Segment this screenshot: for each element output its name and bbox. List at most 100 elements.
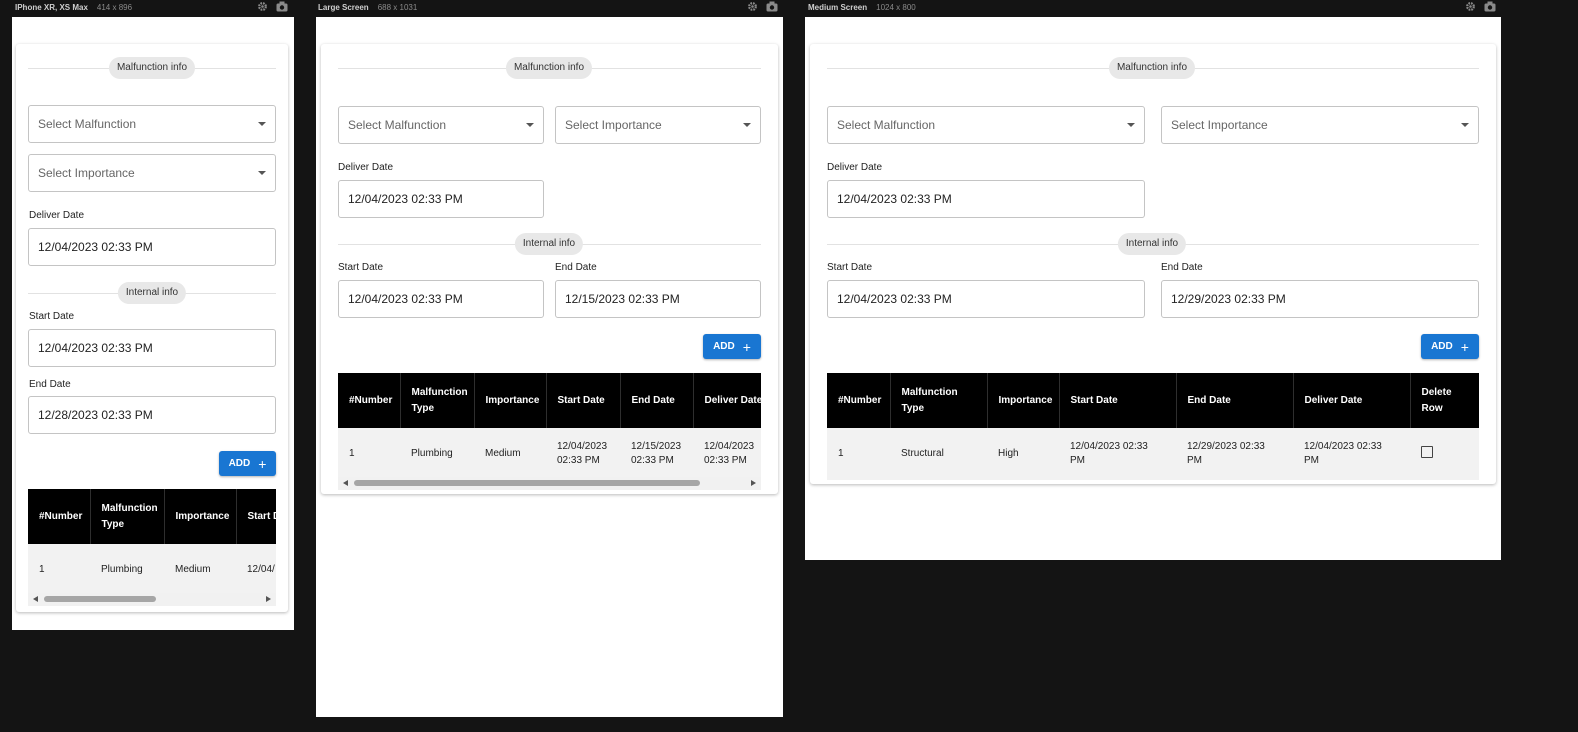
- column-header[interactable]: Importance: [164, 489, 237, 544]
- horizontal-scrollbar[interactable]: [338, 477, 761, 490]
- start-date-input[interactable]: 12/04/2023 02:33 PM: [338, 280, 544, 318]
- frame-name: Large Screen: [318, 2, 369, 12]
- gear-icon[interactable]: [747, 1, 758, 12]
- delete-row-checkbox[interactable]: [1421, 445, 1433, 458]
- table-cell: Medium: [164, 544, 236, 596]
- column-header[interactable]: Malfunction Type: [90, 489, 165, 544]
- malfunction-select[interactable]: Select Malfunction: [827, 106, 1145, 144]
- end-date-label: End Date: [1161, 262, 1203, 273]
- deliver-date-label: Deliver Date: [29, 210, 85, 221]
- column-header[interactable]: Delete Row: [1410, 373, 1479, 428]
- column-header[interactable]: Malfunction Type: [890, 373, 988, 428]
- table-cell: Plumbing: [400, 428, 474, 480]
- add-button[interactable]: ADD +: [703, 334, 761, 359]
- section-chip-internal: Internal info: [117, 282, 187, 304]
- table-row[interactable]: 1 Plumbing Medium 12/04/ 02:33 F: [28, 544, 276, 596]
- select-placeholder: Select Importance: [38, 166, 135, 180]
- horizontal-scrollbar[interactable]: [28, 593, 276, 606]
- select-placeholder: Select Malfunction: [837, 118, 936, 132]
- plus-icon: +: [1460, 338, 1469, 355]
- column-header[interactable]: Deliver Date: [693, 373, 761, 428]
- scroll-left-icon[interactable]: [343, 480, 348, 486]
- table-cell: 1: [28, 544, 90, 596]
- scroll-left-icon[interactable]: [33, 596, 38, 602]
- frame-size: 1024 x 800: [876, 2, 916, 12]
- table-cell: Structural: [890, 428, 987, 480]
- malfunction-table: #Number Malfunction Type Importance Star…: [28, 489, 276, 596]
- malfunction-select[interactable]: Select Malfunction: [28, 105, 276, 143]
- frame-size: 414 x 896: [96, 2, 133, 12]
- column-header[interactable]: #Number: [827, 373, 891, 428]
- camera-icon[interactable]: [276, 1, 288, 12]
- column-header[interactable]: Importance: [474, 373, 547, 428]
- table-container: #Number Malfunction Type Importance Star…: [827, 373, 1479, 480]
- deliver-date-input[interactable]: 12/04/2023 02:33 PM: [338, 180, 544, 218]
- section-chip-internal: Internal info: [514, 233, 584, 255]
- add-label: ADD: [713, 341, 735, 352]
- column-header[interactable]: End Date: [620, 373, 694, 428]
- chevron-down-icon: [743, 123, 751, 127]
- deliver-date-input[interactable]: 12/04/2023 02:33 PM: [827, 180, 1145, 218]
- importance-select[interactable]: Select Importance: [555, 106, 761, 144]
- column-header[interactable]: Start D: [236, 489, 276, 544]
- deliver-date-input[interactable]: 12/04/2023 02:33 PM: [28, 228, 276, 266]
- table-container: #Number Malfunction Type Importance Star…: [338, 373, 761, 480]
- malfunction-select[interactable]: Select Malfunction: [338, 106, 544, 144]
- add-label: ADD: [1431, 341, 1453, 352]
- section-chip-internal: Internal info: [1117, 233, 1187, 255]
- column-header[interactable]: Start Date: [1059, 373, 1177, 428]
- table-cell: 12/04/2023 02:33 PM: [1059, 428, 1176, 480]
- chevron-down-icon: [258, 122, 266, 126]
- frame-toolbar-medium: [1465, 0, 1496, 13]
- camera-icon[interactable]: [766, 1, 778, 12]
- table-row[interactable]: 1 Structural High 12/04/2023 02:33 PM 12…: [827, 428, 1479, 480]
- table-cell: Medium: [474, 428, 546, 480]
- frame-header-phone: IPhone XR, XS Max 414 x 896: [15, 0, 132, 14]
- column-header[interactable]: Malfunction Type: [400, 373, 475, 428]
- start-date-label: Start Date: [29, 311, 75, 322]
- column-header[interactable]: #Number: [28, 489, 91, 544]
- start-date-input[interactable]: 12/04/2023 02:33 PM: [28, 329, 276, 367]
- gear-icon[interactable]: [1465, 1, 1476, 12]
- table-cell: 12/04/2023 02:33 PM: [1293, 428, 1410, 480]
- form-card: Malfunction info Select Malfunction Sele…: [810, 44, 1496, 484]
- scrollbar-thumb[interactable]: [44, 596, 156, 602]
- end-date-input[interactable]: 12/29/2023 02:33 PM: [1161, 280, 1479, 318]
- start-date-label: Start Date: [827, 262, 873, 273]
- add-button[interactable]: ADD +: [1421, 334, 1479, 359]
- scroll-right-icon[interactable]: [266, 596, 271, 602]
- gear-icon[interactable]: [257, 1, 268, 12]
- frame-header-large: Large Screen 688 x 1031: [318, 0, 417, 14]
- column-header[interactable]: #Number: [338, 373, 401, 428]
- start-date-input[interactable]: 12/04/2023 02:33 PM: [827, 280, 1145, 318]
- column-header[interactable]: End Date: [1176, 373, 1294, 428]
- malfunction-table: #Number Malfunction Type Importance Star…: [338, 373, 761, 480]
- table-header-row: #Number Malfunction Type Importance Star…: [827, 373, 1479, 428]
- select-placeholder: Select Importance: [565, 118, 662, 132]
- scrollbar-thumb[interactable]: [354, 480, 700, 486]
- add-button[interactable]: ADD +: [219, 451, 276, 476]
- end-date-input[interactable]: 12/28/2023 02:33 PM: [28, 396, 276, 434]
- column-header[interactable]: Deliver Date: [1293, 373, 1411, 428]
- table-cell: High: [987, 428, 1059, 480]
- camera-icon[interactable]: [1484, 1, 1496, 12]
- end-date-label: End Date: [29, 379, 71, 390]
- table-row[interactable]: 1 Plumbing Medium 12/04/2023 02:33 PM 12…: [338, 428, 761, 480]
- end-date-input[interactable]: 12/15/2023 02:33 PM: [555, 280, 761, 318]
- column-header[interactable]: Importance: [987, 373, 1060, 428]
- device-medium: Malfunction info Select Malfunction Sele…: [805, 17, 1501, 560]
- importance-select[interactable]: Select Importance: [1161, 106, 1479, 144]
- table-cell: [1410, 428, 1479, 480]
- chevron-down-icon: [1461, 123, 1469, 127]
- chevron-down-icon: [1127, 123, 1135, 127]
- form-card: Malfunction info Select Malfunction Sele…: [16, 44, 288, 612]
- column-header[interactable]: Start Date: [546, 373, 621, 428]
- table-cell: 12/29/2023 02:33 PM: [1176, 428, 1293, 480]
- start-date-label: Start Date: [338, 262, 384, 273]
- scroll-right-icon[interactable]: [751, 480, 756, 486]
- table-cell: 12/15/2023 02:33 PM: [620, 428, 693, 480]
- frame-name: IPhone XR, XS Max: [15, 2, 88, 12]
- importance-select[interactable]: Select Importance: [28, 154, 276, 192]
- table-cell: Plumbing: [90, 544, 164, 596]
- end-date-label: End Date: [555, 262, 597, 273]
